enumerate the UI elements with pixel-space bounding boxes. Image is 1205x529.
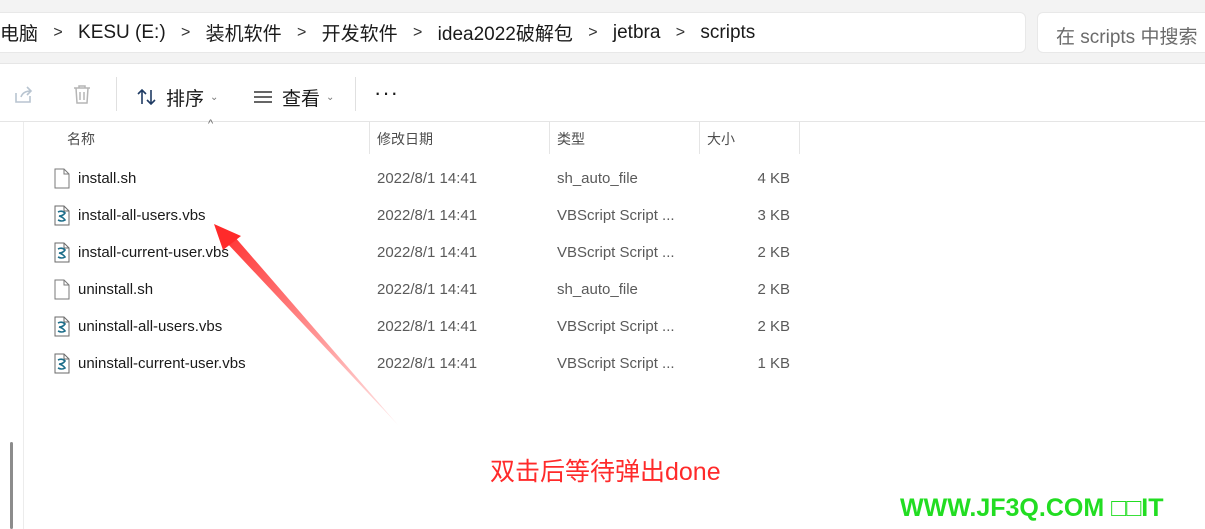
breadcrumb-drive[interactable]: KESU (E:) <box>78 22 166 44</box>
file-name: install-all-users.vbs <box>78 207 206 224</box>
more-options-button[interactable]: ··· <box>374 78 399 108</box>
file-name: uninstall-all-users.vbs <box>78 318 223 335</box>
column-divider[interactable] <box>699 122 700 154</box>
file-type: sh_auto_file <box>557 281 638 298</box>
trash-icon[interactable] <box>71 83 93 105</box>
file-name: uninstall-current-user.vbs <box>78 355 246 372</box>
file-modified: 2022/8/1 14:41 <box>377 355 478 372</box>
breadcrumb-folder-idea[interactable]: idea2022破解包 <box>438 19 573 46</box>
view-button[interactable]: 查看 ⌄ <box>252 82 334 112</box>
breadcrumb-this-pc[interactable]: 电脑 <box>0 19 38 46</box>
column-header-type[interactable]: 类型 <box>557 124 585 154</box>
file-name: uninstall.sh <box>78 281 154 298</box>
column-divider[interactable] <box>799 122 800 154</box>
file-row[interactable]: uninstall.sh 2022/8/1 14:41 sh_auto_file… <box>50 271 800 308</box>
file-size: 2 KB <box>757 244 790 261</box>
blank-file-icon <box>54 279 70 300</box>
watermark: WWW.JF3Q.COM □□IT <box>900 494 1164 522</box>
chevron-right-icon[interactable]: > <box>660 24 700 42</box>
chevron-right-icon[interactable]: > <box>573 24 613 42</box>
file-size: 1 KB <box>757 355 790 372</box>
blank-file-icon <box>54 168 70 189</box>
file-size: 2 KB <box>757 318 790 335</box>
file-row[interactable]: uninstall-all-users.vbs 2022/8/1 14:41 V… <box>50 308 800 345</box>
file-size: 2 KB <box>757 281 790 298</box>
vbscript-file-icon <box>54 205 70 226</box>
breadcrumb-folder-jetbra[interactable]: jetbra <box>613 22 661 44</box>
file-type: VBScript Script ... <box>557 207 675 224</box>
file-row[interactable]: install.sh 2022/8/1 14:41 sh_auto_file 4… <box>50 160 800 197</box>
breadcrumb: 电脑 > KESU (E:) > 装机软件 > 开发软件 > idea2022破… <box>0 12 755 53</box>
file-modified: 2022/8/1 14:41 <box>377 207 478 224</box>
file-type: VBScript Script ... <box>557 355 675 372</box>
annotation-text: 双击后等待弹出done <box>490 458 721 486</box>
file-modified: 2022/8/1 14:41 <box>377 170 478 187</box>
file-name: install.sh <box>78 170 137 187</box>
file-modified: 2022/8/1 14:41 <box>377 318 478 335</box>
scrollbar-thumb[interactable] <box>10 442 13 529</box>
file-row[interactable]: uninstall-current-user.vbs 2022/8/1 14:4… <box>50 345 800 382</box>
sort-button[interactable]: 排序 ⌄ <box>136 82 218 112</box>
column-header-name[interactable]: 名称 <box>67 124 95 154</box>
sort-ascending-icon: ^ <box>208 118 214 130</box>
file-name: install-current-user.vbs <box>78 244 229 261</box>
chevron-right-icon[interactable]: > <box>282 24 322 42</box>
file-modified: 2022/8/1 14:41 <box>377 244 478 261</box>
breadcrumb-folder-install-software[interactable]: 装机软件 <box>206 19 282 46</box>
vbscript-file-icon <box>54 316 70 337</box>
breadcrumb-folder-dev-software[interactable]: 开发软件 <box>322 19 398 46</box>
file-size: 4 KB <box>757 170 790 187</box>
chevron-right-icon[interactable]: > <box>38 24 78 42</box>
chevron-right-icon[interactable]: > <box>166 24 206 42</box>
file-row[interactable]: install-current-user.vbs 2022/8/1 14:41 … <box>50 234 800 271</box>
vbscript-file-icon <box>54 242 70 263</box>
view-label: 查看 <box>282 88 321 110</box>
sort-arrows-icon <box>137 88 156 106</box>
search-placeholder: 在 scripts 中搜索 <box>1056 27 1198 48</box>
file-type: sh_auto_file <box>557 170 638 187</box>
vbscript-file-icon <box>54 353 70 374</box>
breadcrumb-folder-scripts[interactable]: scripts <box>700 22 755 44</box>
chevron-right-icon[interactable]: > <box>398 24 438 42</box>
toolbar-divider <box>355 77 356 111</box>
file-row[interactable]: install-all-users.vbs 2022/8/1 14:41 VBS… <box>50 197 800 234</box>
column-header-size[interactable]: 大小 <box>707 124 735 154</box>
toolbar-divider <box>116 77 117 111</box>
column-divider[interactable] <box>369 122 370 154</box>
share-icon[interactable] <box>12 84 34 106</box>
column-divider[interactable] <box>549 122 550 154</box>
chevron-down-icon: ⌄ <box>326 91 335 103</box>
file-modified: 2022/8/1 14:41 <box>377 281 478 298</box>
file-type: VBScript Script ... <box>557 244 675 261</box>
column-header-modified[interactable]: 修改日期 <box>377 124 433 154</box>
chevron-down-icon: ⌄ <box>210 91 219 103</box>
file-size: 3 KB <box>757 207 790 224</box>
file-type: VBScript Script ... <box>557 318 675 335</box>
view-list-icon <box>254 91 272 103</box>
sort-label: 排序 <box>166 88 205 110</box>
